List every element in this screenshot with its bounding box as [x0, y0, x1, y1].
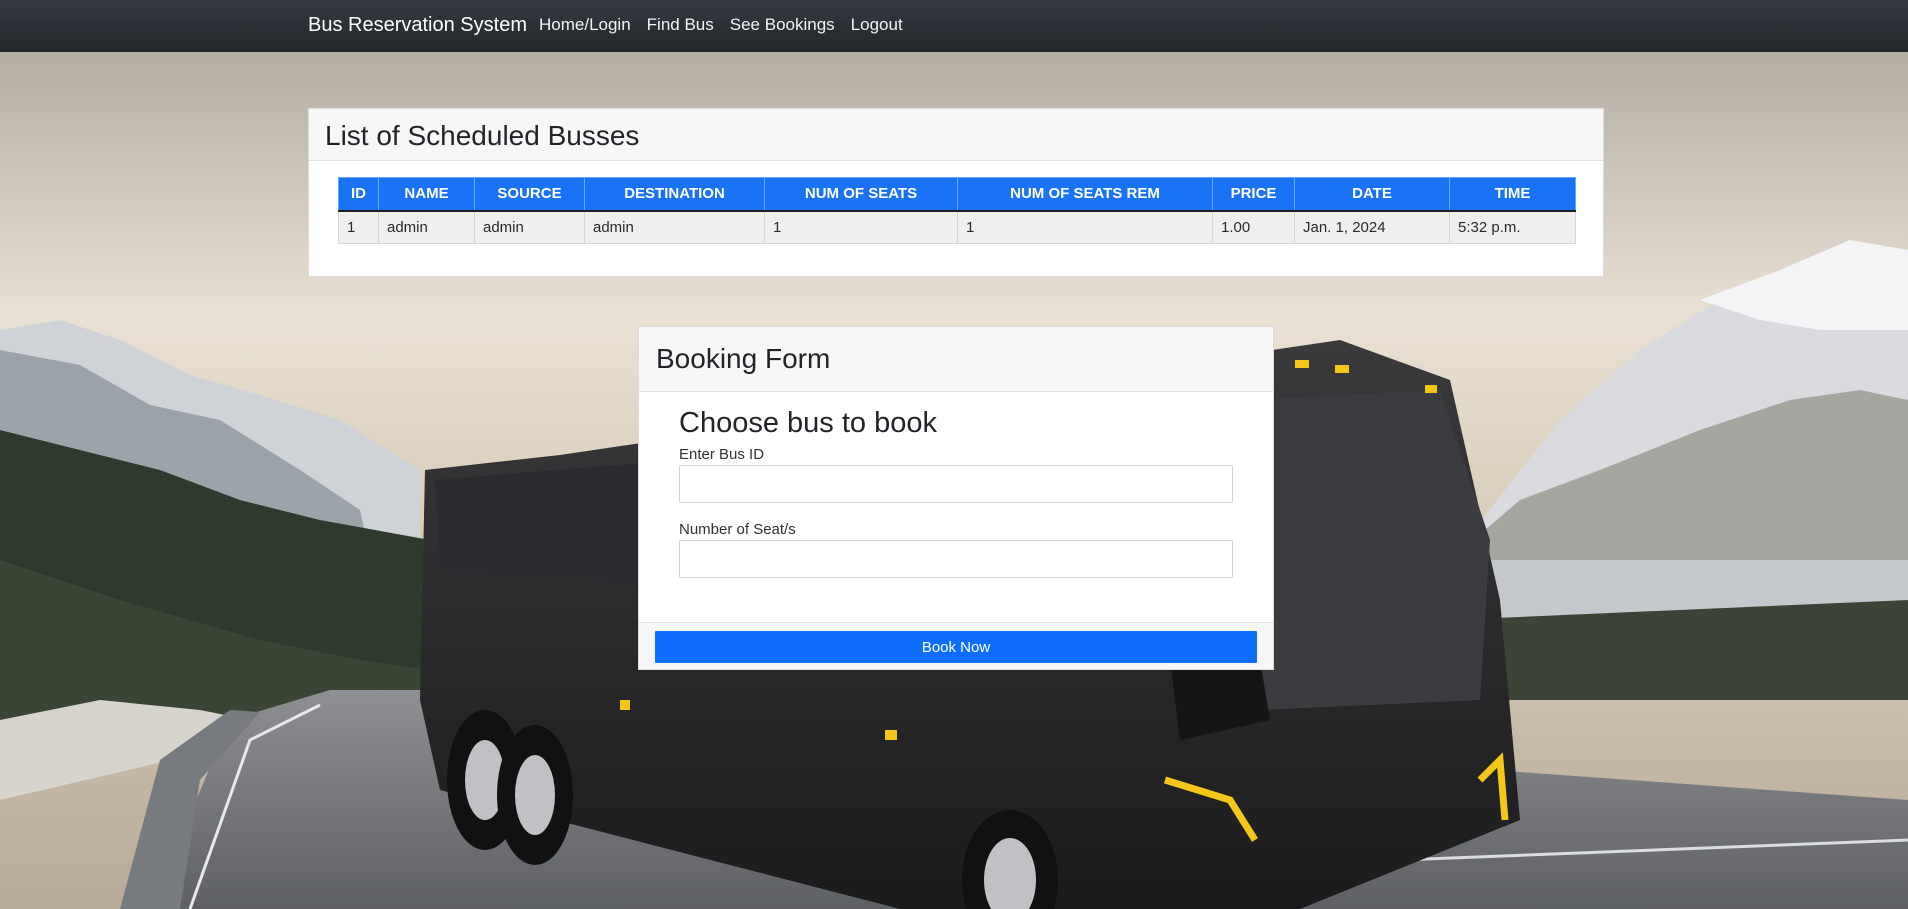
table-row: 1 admin admin admin 1 1 1.00 Jan. 1, 202…: [338, 210, 1576, 244]
column-header-num-of-seats-rem: NUM OF SEATS REM: [957, 177, 1213, 212]
column-header-date: DATE: [1294, 177, 1450, 212]
booking-form-card: Booking Form Choose bus to book Enter Bu…: [638, 326, 1274, 670]
scheduled-busses-card: List of Scheduled Busses ID NAME SOURCE …: [308, 108, 1604, 277]
scheduled-busses-title: List of Scheduled Busses: [325, 120, 640, 151]
brand-link[interactable]: Bus Reservation System: [308, 14, 527, 37]
seats-label: Number of Seat/s: [679, 521, 796, 538]
cell-num-of-seats-rem: 1: [957, 210, 1213, 244]
nav-links: Home/Login Find Bus See Bookings Logout: [539, 15, 903, 35]
column-header-id: ID: [338, 177, 379, 212]
bus-id-input[interactable]: [679, 465, 1233, 503]
top-navbar: Bus Reservation System Home/Login Find B…: [0, 0, 1908, 52]
scheduled-busses-header: List of Scheduled Busses: [309, 109, 1603, 161]
nav-link-find-bus[interactable]: Find Bus: [647, 15, 714, 35]
booking-form-footer: Book Now: [639, 622, 1273, 669]
column-header-source: SOURCE: [474, 177, 585, 212]
cell-id: 1: [338, 210, 379, 244]
nav-link-logout[interactable]: Logout: [851, 15, 903, 35]
seats-field-group: Number of Seat/s: [679, 521, 1235, 578]
nav-link-see-bookings[interactable]: See Bookings: [730, 15, 835, 35]
column-header-price: PRICE: [1212, 177, 1295, 212]
table-header-row: ID NAME SOURCE DESTINATION NUM OF SEATS …: [338, 177, 1576, 212]
cell-price: 1.00: [1212, 210, 1295, 244]
column-header-name: NAME: [378, 177, 475, 212]
cell-date: Jan. 1, 2024: [1294, 210, 1450, 244]
column-header-time: TIME: [1449, 177, 1576, 212]
booking-form-header: Booking Form: [639, 327, 1273, 392]
booking-form-title: Booking Form: [656, 343, 831, 374]
seats-input[interactable]: [679, 540, 1233, 578]
book-now-button[interactable]: Book Now: [655, 631, 1257, 663]
column-header-num-of-seats: NUM OF SEATS: [764, 177, 958, 212]
choose-bus-heading: Choose bus to book: [679, 407, 937, 439]
cell-name: admin: [378, 210, 475, 244]
bus-table: ID NAME SOURCE DESTINATION NUM OF SEATS …: [338, 177, 1576, 244]
column-header-destination: DESTINATION: [584, 177, 765, 212]
cell-time: 5:32 p.m.: [1449, 210, 1576, 244]
bus-id-label: Enter Bus ID: [679, 446, 765, 463]
booking-form-body: Choose bus to book Enter Bus ID Number o…: [679, 407, 1235, 578]
nav-link-home-login[interactable]: Home/Login: [539, 15, 631, 35]
cell-num-of-seats: 1: [764, 210, 958, 244]
cell-destination: admin: [584, 210, 765, 244]
cell-source: admin: [474, 210, 585, 244]
